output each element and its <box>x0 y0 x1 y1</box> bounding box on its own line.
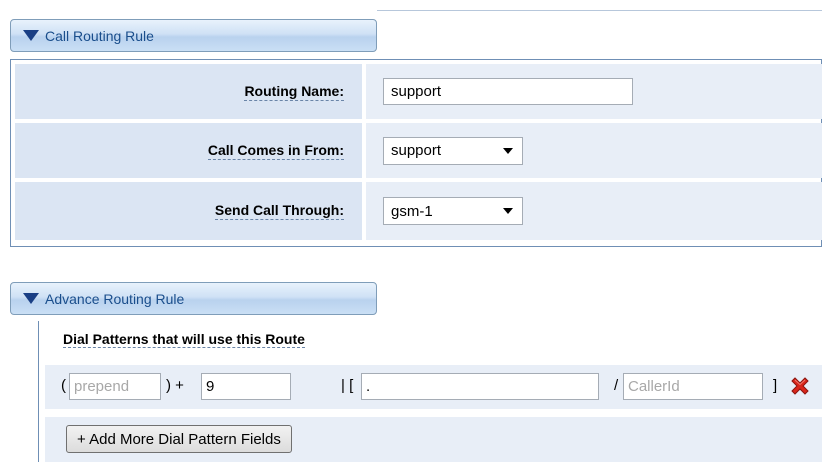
prefix-input[interactable] <box>201 373 291 400</box>
dial-patterns-title-text: Dial Patterns that will use this Route <box>63 331 305 348</box>
slash-separator: / <box>614 377 619 394</box>
advance-routing-rule-header[interactable]: Advance Routing Rule <box>10 282 377 315</box>
callerid-input[interactable] <box>623 373 763 400</box>
routing-name-value-cell <box>366 64 822 119</box>
call-comes-from-select[interactable]: support <box>383 136 523 165</box>
close-paren-plus: ) + <box>166 377 184 394</box>
routing-name-label: Routing Name: <box>244 82 344 101</box>
delete-x-icon[interactable] <box>789 375 811 397</box>
call-routing-form: Routing Name: Call Comes in From: suppor… <box>10 59 822 247</box>
send-call-through-value-cell: gsm-1 <box>366 182 822 240</box>
send-call-through-label: Send Call Through: <box>214 202 344 220</box>
call-routing-rule-header[interactable]: Call Routing Rule <box>10 19 377 52</box>
dial-patterns-title: Dial Patterns that will use this Route <box>63 331 305 348</box>
open-paren: ( <box>61 377 66 394</box>
call-comes-from-label-cell: Call Comes in From: <box>15 123 362 178</box>
pipe-bracket: | [ <box>341 377 354 394</box>
collapse-triangle-icon <box>23 293 39 304</box>
advance-routing-rule-title: Advance Routing Rule <box>45 290 185 307</box>
match-pattern-input[interactable] <box>361 373 599 400</box>
routing-name-label-cell: Routing Name: <box>15 64 362 119</box>
add-dial-pattern-button[interactable]: + Add More Dial Pattern Fields <box>66 425 292 453</box>
advance-routing-panel: Dial Patterns that will use this Route (… <box>38 321 822 462</box>
dial-pattern-row: ( ) + | [ / ] <box>45 365 822 409</box>
chevron-down-icon <box>503 147 513 154</box>
prepend-input[interactable] <box>69 373 161 400</box>
close-bracket: ] <box>773 377 778 394</box>
call-comes-from-label: Call Comes in From: <box>207 141 344 160</box>
send-call-through-select[interactable]: gsm-1 <box>383 197 523 225</box>
call-comes-from-selected: support <box>391 142 442 159</box>
call-comes-from-value-cell: support <box>366 123 822 178</box>
header-divider <box>377 10 822 11</box>
send-call-through-selected: gsm-1 <box>391 202 433 220</box>
call-routing-rule-title: Call Routing Rule <box>45 27 154 44</box>
add-pattern-row: + Add More Dial Pattern Fields <box>45 417 822 462</box>
send-call-through-label-cell: Send Call Through: <box>15 182 362 240</box>
collapse-triangle-icon <box>23 30 39 41</box>
chevron-down-icon <box>503 208 513 214</box>
routing-name-input[interactable] <box>383 78 633 105</box>
